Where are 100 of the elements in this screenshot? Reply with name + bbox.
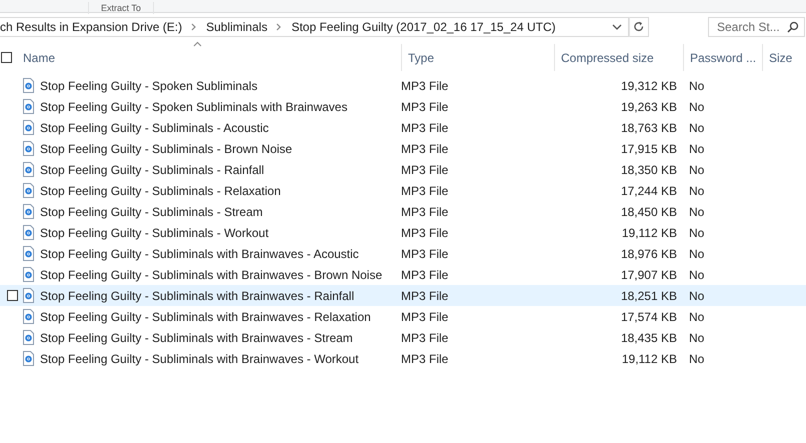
row-checkbox[interactable] [7, 290, 18, 301]
audio-file-icon [22, 225, 35, 240]
compressed-size: 17,907 KB [620, 268, 678, 282]
file-row[interactable]: Stop Feeling Guilty - Subliminals - Rainfall MP3 File 18,350 KB No [0, 159, 806, 180]
audio-file-icon [22, 288, 35, 303]
refresh-button[interactable] [629, 17, 649, 37]
file-row[interactable]: Stop Feeling Guilty - Subliminals - Workout MP3 File 19,112 KB No [0, 222, 806, 243]
file-type: MP3 File [401, 268, 450, 282]
file-name: Stop Feeling Guilty - Subliminals - Workout [40, 226, 269, 240]
search-field[interactable]: Search St... [708, 17, 805, 37]
compressed-size: 17,244 KB [620, 184, 678, 198]
file-type: MP3 File [401, 120, 450, 134]
audio-file-icon [22, 120, 35, 135]
file-type: MP3 File [401, 226, 450, 240]
password-status: No [688, 330, 706, 344]
password-status: No [688, 310, 706, 324]
file-name: Stop Feeling Guilty - Subliminals - Rainfall [40, 162, 264, 176]
password-status: No [688, 268, 706, 282]
password-status: No [688, 246, 706, 260]
compressed-size: 18,251 KB [620, 288, 678, 302]
file-name: Stop Feeling Guilty - Subliminals with Brainwaves - Rainfall [40, 288, 354, 302]
address-bar[interactable]: ch Results in Expansion Drive (E:) Subliminals Stop Feeling Guilty (2017_02_16 17_15_24 UTC) [0, 17, 629, 37]
file-row[interactable]: Stop Feeling Guilty - Subliminals - Stream MP3 File 18,450 KB No [0, 201, 806, 222]
file-row[interactable]: Stop Feeling Guilty - Spoken Subliminals with Brainwaves MP3 File 19,263 KB No [0, 96, 806, 117]
file-name: Stop Feeling Guilty - Spoken Subliminals with Brainwaves [40, 100, 348, 114]
file-row[interactable]: Stop Feeling Guilty - Subliminals with Brainwaves - Workout MP3 File 19,112 KB No [0, 348, 806, 369]
file-name: Stop Feeling Guilty - Spoken Subliminals [40, 78, 258, 92]
audio-file-icon [22, 78, 35, 93]
password-status: No [688, 142, 706, 156]
password-status: No [688, 352, 706, 366]
audio-file-icon [22, 351, 35, 366]
file-type: MP3 File [401, 162, 450, 176]
audio-file-icon [22, 162, 35, 177]
column-header[interactable]: Size [762, 44, 806, 71]
compressed-size: 18,450 KB [620, 204, 678, 218]
file-name: Stop Feeling Guilty - Subliminals with Brainwaves - Workout [40, 352, 359, 366]
compressed-size: 18,976 KB [620, 246, 678, 260]
compressed-size: 19,312 KB [620, 78, 678, 92]
chevron-icon [276, 23, 282, 31]
file-name: Stop Feeling Guilty - Subliminals - Brown Noise [40, 142, 292, 156]
sort-caret-icon [192, 41, 202, 47]
column-header[interactable]: Password ... [683, 44, 762, 71]
search-icon[interactable] [787, 21, 799, 33]
file-name: Stop Feeling Guilty - Subliminals with Brainwaves - Acoustic [40, 246, 359, 260]
compressed-size: 17,915 KB [620, 142, 678, 156]
password-status: No [688, 204, 706, 218]
ribbon-button[interactable]: Extract To [88, 2, 154, 14]
breadcrumb[interactable]: Stop Feeling Guilty (2017_02_16 17_15_24 UTC) [291, 20, 556, 34]
file-type: MP3 File [401, 142, 450, 156]
audio-file-icon [22, 204, 35, 219]
compressed-size: 19,112 KB [620, 226, 678, 240]
audio-file-icon [22, 183, 35, 198]
audio-file-icon [22, 309, 35, 324]
column-header[interactable]: Name [0, 44, 401, 71]
password-status: No [688, 226, 706, 240]
audio-file-icon [22, 267, 35, 282]
file-name: Stop Feeling Guilty - Subliminals - Relaxation [40, 184, 281, 198]
compressed-size: 19,263 KB [620, 100, 678, 114]
file-name: Stop Feeling Guilty - Subliminals - Stream [40, 204, 263, 218]
file-name: Stop Feeling Guilty - Subliminals with Brainwaves - Stream [40, 330, 353, 344]
file-row[interactable]: Stop Feeling Guilty - Subliminals with Brainwaves - Relaxation MP3 File 17,574 KB No [0, 306, 806, 327]
file-type: MP3 File [401, 184, 450, 198]
file-row[interactable]: Stop Feeling Guilty - Subliminals - Acoustic MP3 File 18,763 KB No [0, 117, 806, 138]
file-row[interactable]: Stop Feeling Guilty - Subliminals with Brainwaves - Acoustic MP3 File 18,976 KB No [0, 243, 806, 264]
chevron-icon [191, 23, 198, 31]
file-row[interactable]: Stop Feeling Guilty - Subliminals - Relaxation MP3 File 17,244 KB No [0, 180, 806, 201]
column-header[interactable]: Compressed size [554, 44, 683, 71]
column-header[interactable]: Type [401, 44, 554, 71]
file-name: Stop Feeling Guilty - Subliminals with Brainwaves - Brown Noise [40, 268, 382, 282]
password-status: No [688, 288, 706, 302]
file-type: MP3 File [401, 288, 450, 302]
file-row[interactable]: Stop Feeling Guilty - Spoken Subliminals MP3 File 19,312 KB No [0, 75, 806, 96]
file-type: MP3 File [401, 352, 450, 366]
breadcrumb[interactable]: ch Results in Expansion Drive (E:) [0, 20, 182, 34]
password-status: No [688, 100, 706, 114]
compressed-size: 19,112 KB [620, 352, 678, 366]
file-type: MP3 File [401, 330, 450, 344]
audio-file-icon [22, 246, 35, 261]
chevron-down-icon[interactable] [610, 22, 624, 32]
refresh-icon[interactable] [633, 21, 645, 33]
audio-file-icon [22, 99, 35, 114]
file-name: Stop Feeling Guilty - Subliminals with Brainwaves - Relaxation [40, 310, 371, 324]
compressed-size: 17,574 KB [620, 310, 678, 324]
file-row[interactable]: Stop Feeling Guilty - Subliminals with Brainwaves - Rainfall MP3 File 18,251 KB No [0, 285, 806, 306]
breadcrumb[interactable]: Subliminals [206, 20, 268, 34]
file-row[interactable]: Stop Feeling Guilty - Subliminals - Brown Noise MP3 File 17,915 KB No [0, 138, 806, 159]
file-row[interactable]: Stop Feeling Guilty - Subliminals with Brainwaves - Stream MP3 File 18,435 KB No [0, 327, 806, 348]
file-type: MP3 File [401, 78, 450, 92]
file-type: MP3 File [401, 100, 450, 114]
password-status: No [688, 120, 706, 134]
select-all-checkbox[interactable] [1, 52, 12, 63]
compressed-size: 18,350 KB [620, 162, 678, 176]
password-status: No [688, 78, 706, 92]
file-row[interactable]: Stop Feeling Guilty - Subliminals with Brainwaves - Brown Noise MP3 File 17,907 KB No [0, 264, 806, 285]
audio-file-icon [22, 141, 35, 156]
compressed-size: 18,435 KB [620, 330, 678, 344]
password-status: No [688, 184, 706, 198]
file-type: MP3 File [401, 204, 450, 218]
audio-file-icon [22, 330, 35, 345]
file-type: MP3 File [401, 310, 450, 324]
